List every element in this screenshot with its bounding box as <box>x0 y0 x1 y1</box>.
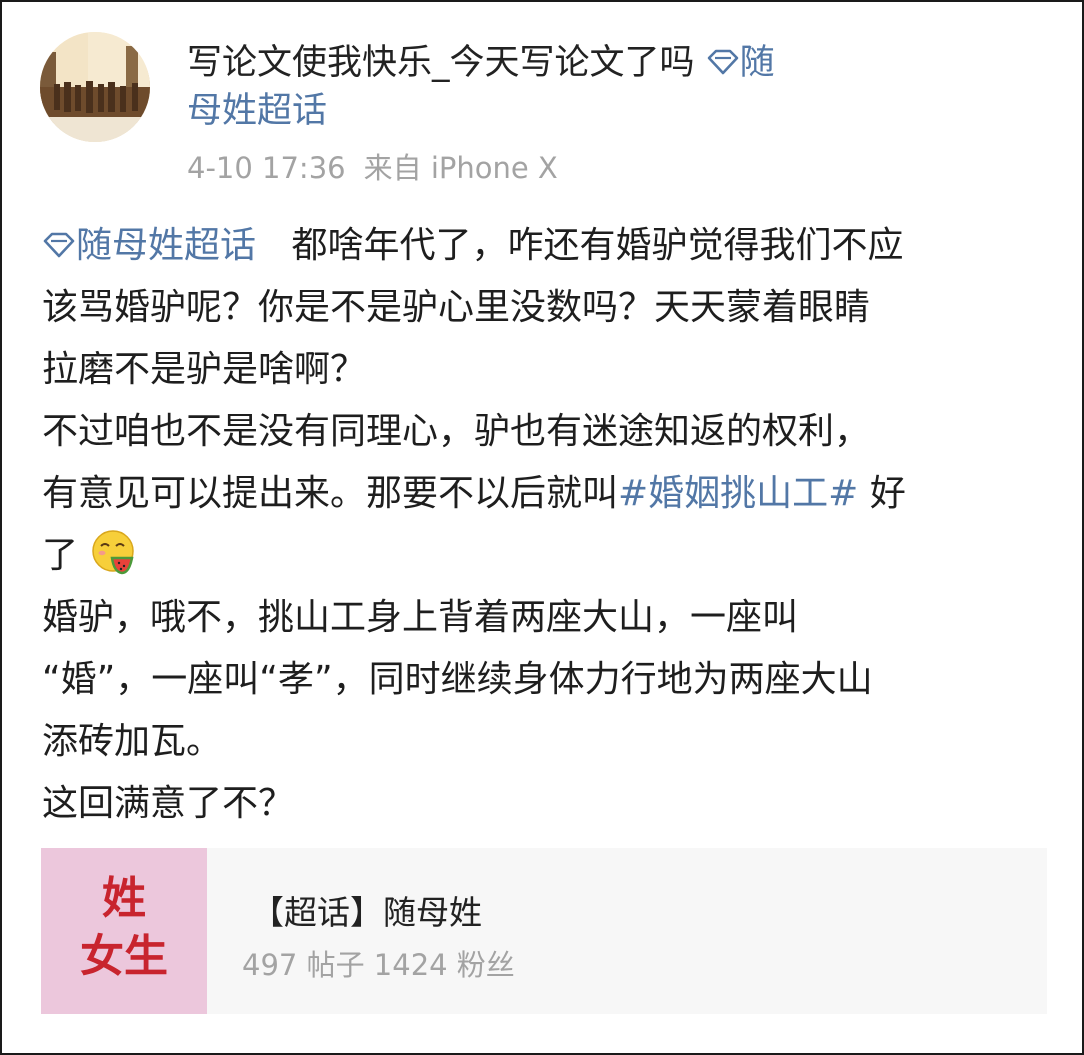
avatar[interactable] <box>40 32 150 142</box>
post-text: 好 <box>869 473 906 514</box>
post-source: 来自 iPhone X <box>363 151 558 185</box>
author-name[interactable]: 写论文使我快乐_今天写论文了吗 <box>187 43 695 83</box>
post-text: 有意见可以提出来。那要不以后就叫 <box>42 473 619 514</box>
weibo-post-frame: 写论文使我快乐_今天写论文了吗 随 母姓超话 4-10 17:36 来自 iPho… <box>0 0 1084 1055</box>
post-line: 该骂婚驴呢？你是不是驴心里没数吗？天天蒙着眼睛 <box>42 287 871 328</box>
topic-tag-link[interactable]: 随母姓超话 <box>42 225 267 266</box>
diamond-gem-icon <box>43 232 75 258</box>
supertopic-title: 【超话】随母姓 <box>251 893 482 932</box>
post-text: 都啥年代了，咋还有婚驴觉得我们不应 <box>291 225 904 266</box>
post-line: 拉磨不是驴是啥啊？ <box>42 349 367 390</box>
hashtag-link[interactable]: #婚姻挑山工# <box>618 473 858 514</box>
author-topic-part1: 随 <box>739 43 775 83</box>
post-meta: 4-10 17:36 来自 iPhone X <box>187 145 558 187</box>
post-time: 4-10 17:36 <box>187 151 346 185</box>
author-topic-part2: 母姓超话 <box>187 91 328 131</box>
topic-tag-text: 随母姓超话 <box>76 225 257 266</box>
post-line: 添砖加瓦。 <box>42 721 223 762</box>
post-line: 了 <box>42 525 1052 587</box>
post-text: 了 <box>42 535 79 576</box>
supertopic-stats: 497 帖子 1424 粉丝 <box>242 948 515 982</box>
post-line: 婚驴，哦不，挑山工身上背着两座大山，一座叫 <box>42 597 799 638</box>
thumbnail-text: 姓 <box>102 873 146 924</box>
post-body: 随母姓超话 都啥年代了，咋还有婚驴觉得我们不应 该骂婚驴呢？你是不是驴心里没数吗… <box>42 215 1052 835</box>
post-line: 这回满意了不？ <box>42 783 295 824</box>
diamond-gem-icon <box>707 49 738 75</box>
supertopic-card[interactable]: 姓 女生 【超话】随母姓 497 帖子 1424 粉丝 <box>41 848 1047 1014</box>
eating-watermelon-emoji-icon <box>92 530 134 575</box>
author-line: 写论文使我快乐_今天写论文了吗 随 母姓超话 <box>187 39 907 135</box>
supertopic-thumbnail: 姓 女生 <box>41 848 207 1014</box>
post-line: 不过咱也不是没有同理心，驴也有迷途知返的权利， <box>42 411 871 452</box>
post-line: 随母姓超话 都啥年代了，咋还有婚驴觉得我们不应 <box>42 215 1052 277</box>
post-line: 有意见可以提出来。那要不以后就叫#婚姻挑山工# 好 <box>42 463 1052 525</box>
thumbnail-text: 女生 <box>80 931 168 982</box>
post-line: “婚”，一座叫“孝”，同时继续身体力行地为两座大山 <box>42 659 873 700</box>
